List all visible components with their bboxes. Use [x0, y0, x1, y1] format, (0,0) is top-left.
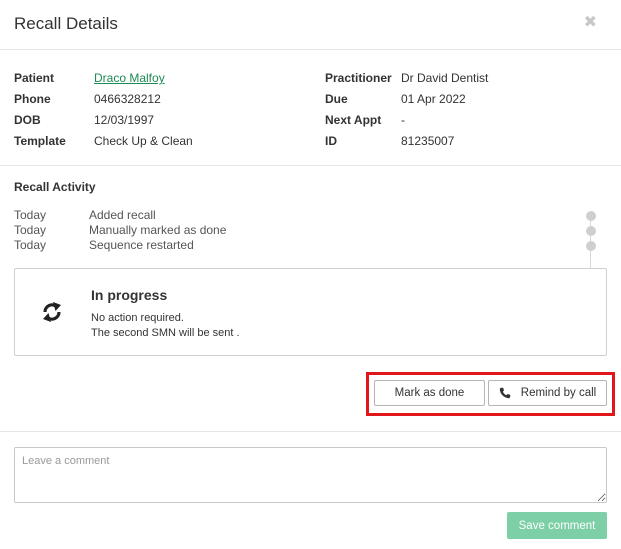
practitioner-label: Practitioner: [325, 71, 392, 85]
remind-by-call-label: Remind by call: [520, 387, 597, 399]
modal-title: Recall Details: [14, 14, 118, 33]
activity-text: Sequence restarted: [89, 238, 194, 252]
patient-label: Patient: [14, 71, 55, 85]
activity-item: Today Manually marked as done: [14, 223, 226, 238]
status-card: In progress No action required. The seco…: [14, 268, 607, 356]
dob-label: DOB: [14, 113, 41, 127]
practitioner-value: Dr David Dentist: [401, 71, 489, 85]
due-label: Due: [325, 92, 348, 106]
mark-as-done-button[interactable]: Mark as done: [374, 380, 485, 406]
activity-date: Today: [14, 208, 47, 222]
refresh-icon: [43, 302, 61, 322]
activity-text: Added recall: [89, 208, 156, 222]
close-icon[interactable]: ✖: [584, 15, 597, 31]
recall-details-section: Patient Draco Malfoy Phone 0466328212 DO…: [0, 50, 621, 166]
save-comment-button[interactable]: Save comment: [507, 512, 607, 539]
status-title: In progress: [91, 287, 168, 303]
divider: [0, 431, 621, 432]
activity-item: Today Added recall: [14, 208, 156, 223]
timeline-dot: [586, 241, 596, 251]
phone-icon: [499, 387, 510, 399]
status-message: No action required.: [91, 312, 184, 324]
next-appt-value: -: [401, 113, 405, 127]
phone-value: 0466328212: [94, 92, 161, 106]
status-next-step: The second SMN will be sent .: [91, 327, 240, 339]
dob-value: 12/03/1997: [94, 113, 155, 127]
modal-header: Recall Details ✖: [0, 0, 621, 50]
id-value: 81235007: [401, 134, 455, 148]
timeline-dot: [586, 211, 596, 221]
patient-link[interactable]: Draco Malfoy: [94, 70, 165, 86]
remind-by-call-button[interactable]: Remind by call: [488, 380, 607, 406]
mark-as-done-label: Mark as done: [394, 387, 465, 399]
recall-activity-title: Recall Activity: [14, 180, 96, 194]
timeline-dot: [586, 226, 596, 236]
activity-item: Today Sequence restarted: [14, 238, 194, 253]
activity-date: Today: [14, 223, 47, 237]
next-appt-label: Next Appt: [325, 113, 382, 127]
template-label: Template: [14, 134, 66, 148]
activity-text: Manually marked as done: [89, 223, 227, 237]
due-value: 01 Apr 2022: [401, 92, 466, 106]
id-label: ID: [325, 134, 337, 148]
activity-date: Today: [14, 238, 47, 252]
template-value: Check Up & Clean: [94, 134, 193, 148]
comment-input[interactable]: [14, 447, 607, 503]
phone-label: Phone: [14, 92, 51, 106]
